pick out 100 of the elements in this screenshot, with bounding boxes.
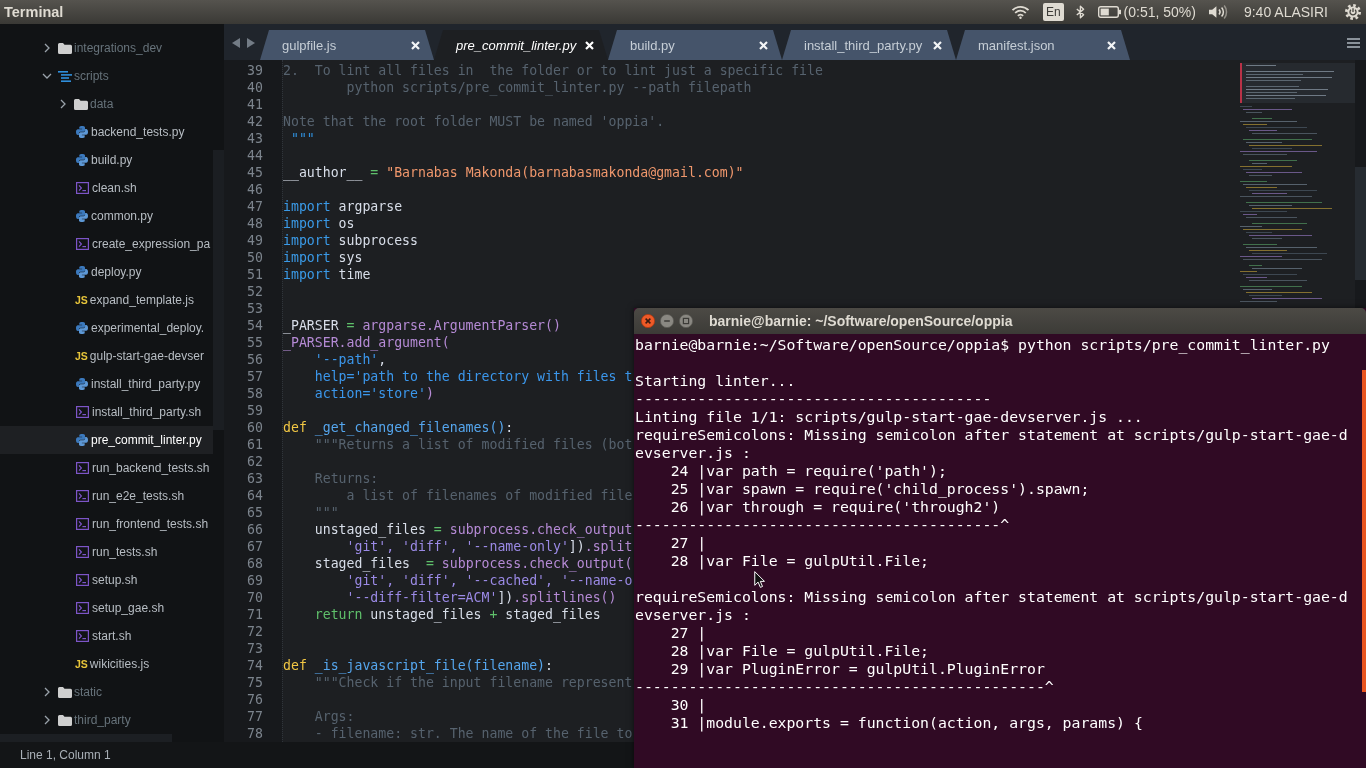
code-line: _PARSER.add_argument( xyxy=(283,334,450,351)
terminal-line: requireSemicolons: Missing semicolon after statement at scripts/gulp-start-gae-d xyxy=(635,426,1348,444)
folder-item[interactable]: scripts xyxy=(0,62,213,90)
terminal-line: evserver.js : xyxy=(635,606,751,624)
code-line: '--diff-filter=ACM']).splitlines() xyxy=(346,589,617,606)
file-item[interactable]: JS gulp-start-gae-devser xyxy=(0,342,213,370)
terminal-icon xyxy=(76,238,89,250)
tab[interactable]: pre_commit_linter.py xyxy=(434,30,608,60)
line-number: 64 xyxy=(247,487,263,504)
python-icon xyxy=(76,322,88,334)
line-number: 58 xyxy=(247,385,263,402)
battery-icon[interactable] xyxy=(1097,6,1121,18)
keyboard-layout-indicator[interactable]: En xyxy=(1042,3,1064,21)
file-item[interactable]: clean.sh xyxy=(0,174,213,202)
status-text: Line 1, Column 1 xyxy=(20,748,111,762)
terminal-icon xyxy=(76,630,89,642)
code-line: import time xyxy=(283,266,371,283)
terminal-line: 28 |var File = gulpUtil.File; xyxy=(670,642,929,660)
file-item[interactable]: setup_gae.sh xyxy=(0,594,213,622)
line-number: 65 xyxy=(247,504,263,521)
scrollbar-thumb[interactable] xyxy=(1362,370,1366,692)
terminal-line: 31 |module.exports = function(action, args, params) { xyxy=(670,714,1143,732)
file-item[interactable]: run_backend_tests.sh xyxy=(0,454,213,482)
folder-item[interactable]: third_party xyxy=(0,706,213,734)
file-item[interactable]: JS wikicities.js xyxy=(0,650,213,678)
line-number: 56 xyxy=(247,351,263,368)
battery-status[interactable]: (0:51, 50%) xyxy=(1123,4,1196,20)
code-line: """Check if the input filename represent xyxy=(314,674,633,691)
line-number: 48 xyxy=(247,215,263,232)
code-line: a list of filenames of modified file xyxy=(346,487,633,504)
window-title: barnie@barnie: ~/Software/openSource/oppia xyxy=(709,313,1013,329)
code-line: __author__ = "Barnabas Makonda(barnabasmakonda@gmail.com)" xyxy=(283,164,744,181)
line-number: 49 xyxy=(247,232,263,249)
minimize-icon[interactable] xyxy=(660,314,674,328)
tab[interactable]: build.py xyxy=(608,30,782,60)
chevron-down-icon[interactable] xyxy=(42,73,52,79)
chevron-right-icon[interactable] xyxy=(44,43,50,53)
terminal-line: 29 |var PluginError = gulpUtil.PluginError xyxy=(670,660,1045,678)
file-type-label: JS xyxy=(75,350,88,362)
terminal-icon xyxy=(76,574,89,586)
terminal-line: 27 | xyxy=(670,624,707,642)
file-item[interactable]: pre_commit_linter.py xyxy=(0,426,213,454)
folder-item[interactable]: integrations_dev xyxy=(0,34,213,62)
code-line: """ xyxy=(290,130,315,147)
file-type-label: JS xyxy=(75,658,88,670)
maximize-icon[interactable] xyxy=(679,314,693,328)
file-item[interactable]: common.py xyxy=(0,202,213,230)
code-line: action='store') xyxy=(314,385,434,402)
file-item[interactable]: backend_tests.py xyxy=(0,118,213,146)
file-item[interactable]: install_third_party.sh xyxy=(0,398,213,426)
file-item[interactable]: install_third_party.py xyxy=(0,370,213,398)
line-number: 77 xyxy=(247,708,263,725)
volume-icon[interactable] xyxy=(1208,5,1228,19)
file-item[interactable]: create_expression_pa xyxy=(0,230,213,258)
line-number: 42 xyxy=(247,113,263,130)
tab[interactable]: install_third_party.py xyxy=(782,30,956,60)
chevron-right-icon[interactable] xyxy=(44,687,50,697)
file-type-label: JS xyxy=(75,294,88,306)
python-icon xyxy=(76,266,88,278)
file-item[interactable]: setup.sh xyxy=(0,566,213,594)
terminal-line: Linting file 1/1: scripts/gulp-start-gae-devserver.js ... xyxy=(635,408,1143,426)
clock-text[interactable]: 9:40 ALASIRI xyxy=(1243,4,1328,20)
chevron-right-icon[interactable] xyxy=(60,99,66,109)
file-item[interactable]: run_e2e_tests.sh xyxy=(0,482,213,510)
file-item[interactable]: JS expand_template.js xyxy=(0,286,213,314)
file-item[interactable]: deploy.py xyxy=(0,258,213,286)
chevron-right-icon[interactable] xyxy=(44,715,50,725)
bluetooth-icon[interactable] xyxy=(1075,5,1085,19)
code-line: return unstaged_files + staged_files xyxy=(314,606,601,623)
file-item[interactable]: run_frontend_tests.sh xyxy=(0,510,213,538)
terminal-line: 27 | xyxy=(670,534,707,552)
code-line: 'git', 'diff', '--cached', '--name-o xyxy=(346,572,633,589)
file-item[interactable]: start.sh xyxy=(0,622,213,650)
terminal-line: 25 |var spawn = require('child_process').spawn; xyxy=(670,480,1090,498)
line-number: 78 xyxy=(247,725,263,742)
line-number: 67 xyxy=(247,538,263,555)
tab[interactable]: gulpfile.js xyxy=(260,30,434,60)
left-triangle-icon[interactable] xyxy=(232,38,240,48)
right-triangle-icon[interactable] xyxy=(247,38,255,48)
terminal-line: -----------------------------------------^ xyxy=(635,516,1010,534)
wifi-icon[interactable] xyxy=(1010,5,1030,19)
folder-item[interactable]: static xyxy=(0,678,213,706)
folder-item[interactable]: data xyxy=(0,90,213,118)
terminal-line: 28 |var File = gulpUtil.File; xyxy=(670,552,929,570)
gear-icon[interactable] xyxy=(1345,4,1361,20)
code-line: help='path to the directory with files t xyxy=(314,368,633,385)
code-line: 2. To lint all files in the folder or to lint just a specific file xyxy=(283,62,823,79)
file-item[interactable]: experimental_deploy. xyxy=(0,314,213,342)
code-line: def _get_changed_filenames(): xyxy=(283,419,514,436)
line-number: 62 xyxy=(247,453,263,470)
python-icon xyxy=(76,434,88,446)
menu-icon[interactable] xyxy=(1347,38,1360,48)
line-number: 72 xyxy=(247,623,263,640)
terminal-icon xyxy=(76,182,89,194)
terminal-line: requireSemicolons: Missing semicolon after statement at scripts/gulp-start-gae-d xyxy=(635,588,1348,606)
tab[interactable]: manifest.json xyxy=(956,30,1130,60)
file-item[interactable]: run_tests.sh xyxy=(0,538,213,566)
terminal-line: ----------------------------------------------^ xyxy=(635,678,1054,696)
code-line: import os xyxy=(283,215,355,232)
file-item[interactable]: build.py xyxy=(0,146,213,174)
